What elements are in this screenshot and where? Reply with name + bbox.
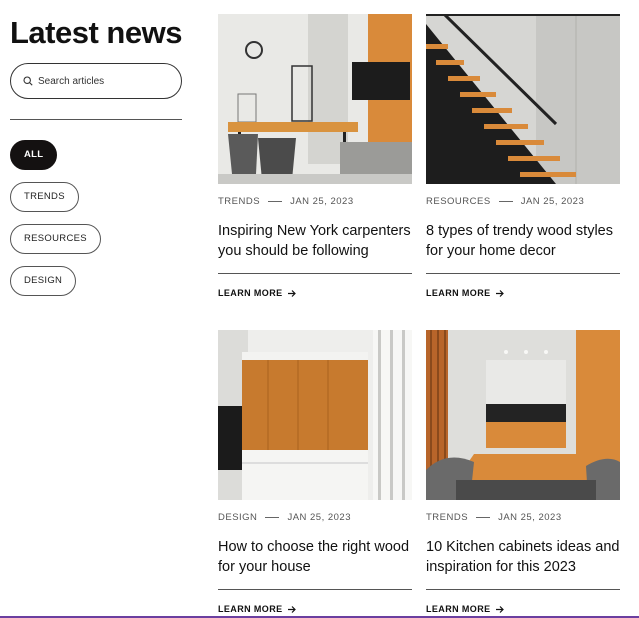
article-category: RESOURCES [426,196,491,207]
article-card[interactable]: TRENDS JAN 25, 2023 Inspiring New York c… [218,14,412,298]
article-title[interactable]: 10 Kitchen cabinets ideas and inspiratio… [426,537,620,577]
card-divider [426,589,620,590]
article-card[interactable]: TRENDS JAN 25, 2023 10 Kitchen cabinets … [426,330,620,614]
article-image[interactable] [218,14,412,184]
learn-more-link[interactable]: LEARN MORE [218,604,412,614]
filter-design[interactable]: DESIGN [10,266,77,296]
article-date: JAN 25, 2023 [287,512,352,523]
sidebar: Latest news ALL TRENDS RESOURCES DESIGN [10,14,182,308]
arrow-right-icon [287,289,296,297]
learn-more-link[interactable]: LEARN MORE [426,604,620,614]
filter-all[interactable]: ALL [10,140,58,170]
article-card[interactable]: DESIGN JAN 25, 2023 How to choose the ri… [218,330,412,614]
learn-more-label: LEARN MORE [426,604,491,614]
filter-resources[interactable]: RESOURCES [10,224,101,254]
learn-more-label: LEARN MORE [218,288,283,298]
article-date: JAN 25, 2023 [498,512,562,523]
article-category: TRENDS [426,512,469,523]
search-icon [23,76,33,86]
meta-separator [498,201,513,202]
article-category: DESIGN [218,512,258,523]
search-input[interactable] [38,75,168,87]
learn-more-link[interactable]: LEARN MORE [426,288,620,298]
learn-more-label: LEARN MORE [426,288,491,298]
arrow-right-icon [495,605,504,613]
search-box[interactable] [10,63,182,99]
article-image[interactable] [426,14,620,184]
category-filters: ALL TRENDS RESOURCES DESIGN [10,140,182,308]
sidebar-divider [10,119,182,120]
meta-separator [268,201,283,202]
article-title[interactable]: Inspiring New York carpenters you should… [218,221,412,261]
meta-separator [265,517,280,518]
card-divider [218,589,412,590]
article-image[interactable] [218,330,412,500]
article-date: JAN 25, 2023 [290,196,354,207]
filter-trends[interactable]: TRENDS [10,182,79,212]
meta-separator [476,517,491,518]
article-category: TRENDS [218,196,261,207]
article-date: JAN 25, 2023 [520,196,585,207]
card-divider [218,273,412,274]
card-divider [426,273,620,274]
article-title[interactable]: How to choose the right wood for your ho… [218,537,412,577]
article-image[interactable] [426,330,620,500]
article-card[interactable]: RESOURCES JAN 25, 2023 8 types of trendy… [426,14,620,298]
arrow-right-icon [495,289,504,297]
arrow-right-icon [287,605,296,613]
learn-more-label: LEARN MORE [218,604,283,614]
article-title[interactable]: 8 types of trendy wood styles for your h… [426,221,620,261]
learn-more-link[interactable]: LEARN MORE [218,288,412,298]
page-title: Latest news [10,15,182,50]
